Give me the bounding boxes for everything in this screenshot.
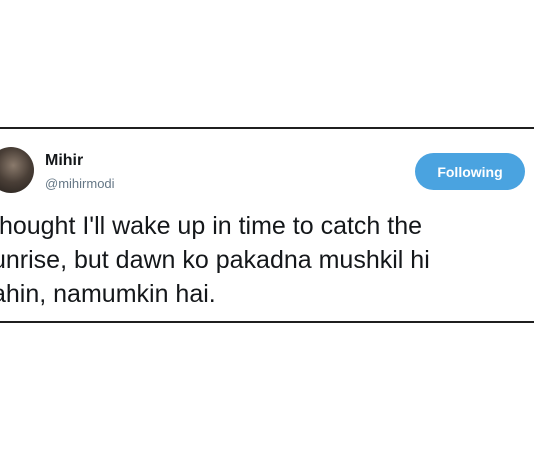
author-handle[interactable]: @mihirmodi <box>45 176 115 191</box>
screenshot-page: Mihir @mihirmodi Following thought I'll … <box>0 0 534 462</box>
tweet-text: thought I'll wake up in time to catch th… <box>0 209 532 311</box>
avatar[interactable] <box>0 147 34 193</box>
tweet-card: Mihir @mihirmodi Following thought I'll … <box>0 127 534 323</box>
tweet-text-line: ahin, namumkin hai. <box>0 280 216 308</box>
following-button[interactable]: Following <box>415 153 525 190</box>
tweet-text-line: thought I'll wake up in time to catch th… <box>0 212 423 240</box>
tweet-text-line: unrise, but dawn ko pakadna mushkil hi <box>0 246 430 274</box>
author-name[interactable]: Mihir <box>45 152 83 170</box>
